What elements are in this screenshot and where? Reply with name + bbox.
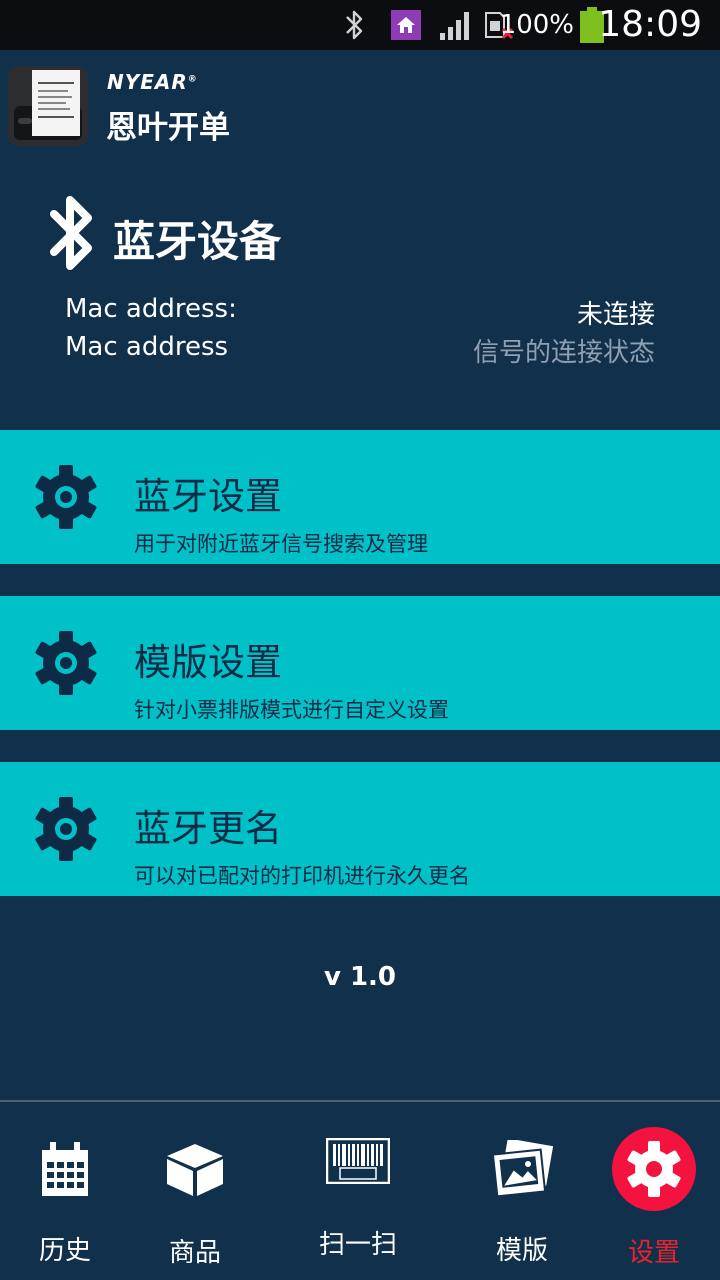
app-name: 恩叶开单	[106, 110, 230, 146]
gear-icon	[32, 463, 100, 531]
gear-icon	[32, 795, 100, 863]
bluetooth-status-icon	[343, 0, 367, 50]
nav-products[interactable]: 商品	[123, 1102, 267, 1280]
status-bar: 100% 18:09	[0, 0, 720, 50]
app-logo-icon	[8, 66, 88, 146]
nav-label: 扫一扫	[318, 1230, 397, 1260]
app-brand: NYEAR®	[107, 70, 198, 94]
bluetooth-device-section: 蓝牙设备 Mac address: Mac address 未连接 信号的连接状…	[0, 180, 720, 430]
menu-title: 模版设置	[134, 641, 282, 684]
gear-icon	[627, 1141, 681, 1197]
menu-bluetooth-settings[interactable]: 蓝牙设置 用于对附近蓝牙信号搜索及管理	[0, 430, 720, 564]
menu-title: 蓝牙更名	[134, 807, 282, 850]
bluetooth-icon	[46, 192, 98, 276]
bluetooth-title: 蓝牙设备	[113, 217, 282, 266]
menu-description: 针对小票排版模式进行自定义设置	[134, 698, 449, 722]
nav-label: 商品	[168, 1238, 221, 1268]
menu-template-settings[interactable]: 模版设置 针对小票排版模式进行自定义设置	[0, 596, 720, 730]
connection-status: 未连接	[576, 300, 655, 330]
signal-icon	[438, 0, 474, 50]
calendar-icon	[42, 1142, 88, 1202]
home-app-icon	[391, 0, 421, 50]
nav-templates[interactable]: 模版	[450, 1102, 594, 1280]
mac-address-label: Mac address:	[65, 294, 237, 324]
battery-percent: 100%	[499, 10, 574, 40]
clock: 18:09	[598, 4, 702, 45]
nav-label: 设置	[627, 1238, 680, 1268]
mac-address-value: Mac address	[65, 332, 229, 362]
box-icon	[167, 1144, 223, 1200]
nav-label: 模版	[495, 1236, 548, 1266]
menu-description: 用于对附近蓝牙信号搜索及管理	[134, 532, 428, 556]
app-version: v 1.0	[323, 962, 397, 992]
menu-bluetooth-rename[interactable]: 蓝牙更名 可以对已配对的打印机进行永久更名	[0, 762, 720, 896]
images-icon	[491, 1138, 554, 1202]
settings-active-badge[interactable]	[612, 1127, 696, 1211]
nav-scan[interactable]: 扫一扫	[286, 1102, 430, 1280]
nav-label: 历史	[38, 1236, 91, 1266]
barcode-icon	[325, 1137, 391, 1188]
gear-icon	[32, 629, 100, 697]
menu-title: 蓝牙设置	[134, 475, 282, 518]
menu-description: 可以对已配对的打印机进行永久更名	[134, 864, 470, 888]
app-header: NYEAR® 恩叶开单	[0, 50, 720, 160]
connection-status-hint: 信号的连接状态	[472, 338, 655, 368]
